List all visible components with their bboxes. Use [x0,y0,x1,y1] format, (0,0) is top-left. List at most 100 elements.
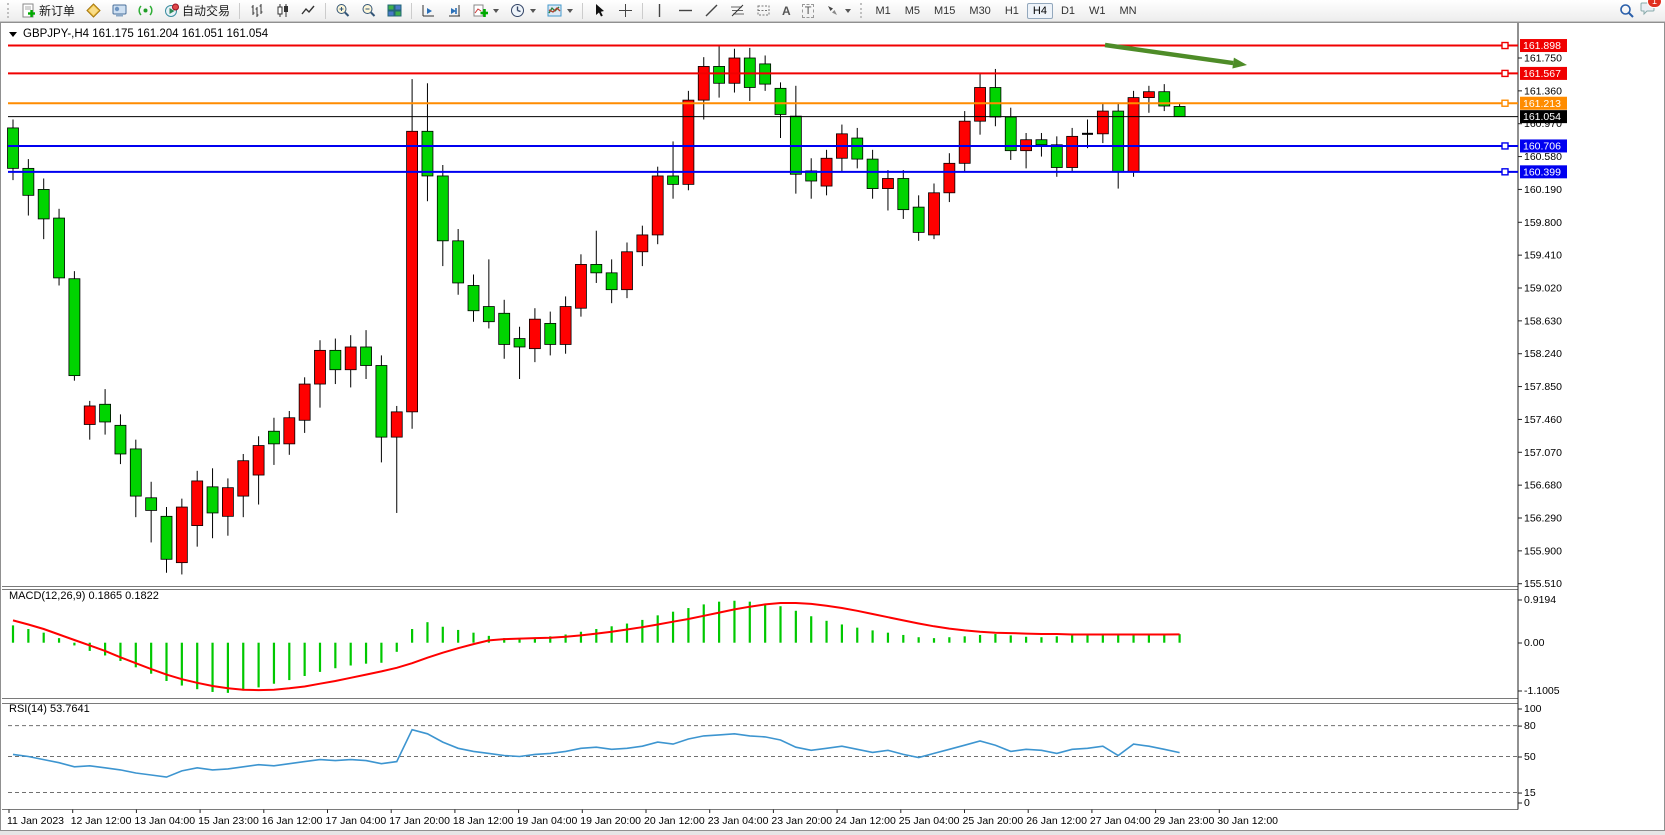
svg-text:155.510: 155.510 [1524,578,1562,590]
svg-text:161.898: 161.898 [1523,40,1561,52]
svg-text:17 Jan 20:00: 17 Jan 20:00 [389,815,450,827]
toolbar-separator [325,3,326,19]
tf-button-m15[interactable]: M15 [928,3,961,19]
svg-text:-1.1005: -1.1005 [1524,685,1560,697]
rsi-indicator-label: RSI(14) 53.7641 [9,703,90,715]
tf-button-m1[interactable]: M1 [869,3,896,19]
dropdown-caret-icon [567,9,573,13]
search-icon[interactable] [1619,3,1634,18]
svg-text:12 Jan 12:00: 12 Jan 12:00 [71,815,132,827]
bar-chart-icon [249,3,264,18]
autoscroll-button[interactable] [416,0,441,21]
svg-text:161.567: 161.567 [1523,68,1561,80]
dropdown-caret-icon [493,9,499,13]
gold-diamond-icon [86,3,101,18]
svg-text:29 Jan 23:00: 29 Jan 23:00 [1154,815,1215,827]
trendline-button[interactable] [699,0,724,21]
svg-text:157.460: 157.460 [1524,414,1562,426]
candlestick-chart-button[interactable] [270,0,295,21]
bar-chart-button[interactable] [244,0,269,21]
chevron-down-icon [9,32,17,37]
tf-button-h1[interactable]: H1 [999,3,1025,19]
crosshair-button[interactable] [613,0,638,21]
svg-text:26 Jan 12:00: 26 Jan 12:00 [1026,815,1087,827]
label-tool-label: T [802,4,815,18]
new-order-button[interactable]: 新订单 [16,0,80,21]
tf-button-mn[interactable]: MN [1114,3,1143,19]
chart-canvas[interactable]: 161.750161.360160.970160.580160.190159.8… [1,23,1664,830]
symbol-ohlc-text: GBPJPY-,H4 161.175 161.204 161.051 161.0… [23,28,268,40]
signals-button[interactable] [133,0,158,21]
svg-text:161.213: 161.213 [1523,98,1561,110]
crosshair-icon [618,3,633,18]
svg-text:156.290: 156.290 [1524,513,1562,525]
horizontal-line-icon [678,3,693,18]
periods-button[interactable] [505,0,541,21]
chart-window: GBPJPY-,H4 161.175 161.204 161.051 161.0… [0,22,1665,831]
svg-text:160.706: 160.706 [1523,141,1561,153]
tf-button-m30[interactable]: M30 [963,3,996,19]
notifications-button[interactable]: 1 [1640,0,1655,21]
svg-text:25 Jan 20:00: 25 Jan 20:00 [963,815,1024,827]
tf-button-m5[interactable]: M5 [899,3,926,19]
symbol-ohlc-line[interactable]: GBPJPY-,H4 161.175 161.204 161.051 161.0… [9,28,268,40]
fibonacci-icon [730,3,745,18]
svg-text:159.800: 159.800 [1524,217,1562,229]
trendline-icon [704,3,719,18]
tf-button-w1[interactable]: W1 [1083,3,1112,19]
tile-windows-button[interactable] [382,0,407,21]
editor-button[interactable] [81,0,106,21]
svg-text:50: 50 [1524,751,1536,763]
svg-text:100: 100 [1524,703,1542,715]
cursor-arrow-icon [592,3,607,18]
templates-button[interactable] [542,0,578,21]
vertical-line-button[interactable] [647,0,672,21]
horizontal-line-button[interactable] [673,0,698,21]
notification-badge: 1 [1647,0,1662,8]
toolbar-grip [860,3,865,18]
dropdown-caret-icon [530,9,536,13]
text-tool-button[interactable]: A [777,0,796,21]
svg-text:159.020: 159.020 [1524,283,1562,295]
vertical-line-icon [652,3,667,18]
cursor-button[interactable] [587,0,612,21]
svg-text:16 Jan 12:00: 16 Jan 12:00 [262,815,323,827]
timeframe-toolbar: M1M5M15M30H1H4D1W1MN [869,3,1142,19]
svg-text:20 Jan 12:00: 20 Jan 12:00 [644,815,705,827]
svg-text:0.00: 0.00 [1524,637,1545,649]
fibonacci-button[interactable] [725,0,750,21]
svg-text:19 Jan 04:00: 19 Jan 04:00 [517,815,578,827]
autotrading-button[interactable]: 自动交易 [159,0,235,21]
svg-text:160.190: 160.190 [1524,184,1562,196]
new-order-icon [21,3,36,18]
dropdown-caret-icon [845,9,851,13]
svg-text:0: 0 [1524,797,1530,809]
svg-text:159.410: 159.410 [1524,250,1562,262]
svg-text:30 Jan 12:00: 30 Jan 12:00 [1217,815,1278,827]
zoom-out-button[interactable] [356,0,381,21]
tile-windows-icon [387,3,402,18]
svg-text:13 Jan 04:00: 13 Jan 04:00 [134,815,195,827]
indicators-button[interactable] [468,0,504,21]
tf-button-d1[interactable]: D1 [1055,3,1081,19]
channel-grid-button[interactable] [751,0,776,21]
svg-text:15 Jan 23:00: 15 Jan 23:00 [198,815,259,827]
label-tool-button[interactable]: T [797,0,820,21]
candlestick-chart-icon [275,3,290,18]
text-tool-label: A [782,4,791,18]
svg-text:27 Jan 04:00: 27 Jan 04:00 [1090,815,1151,827]
toolbar-separator [582,3,583,19]
terminal-button[interactable] [107,0,132,21]
toolbar-grip [7,3,12,18]
line-chart-button[interactable] [296,0,321,21]
tf-button-h4[interactable]: H4 [1027,3,1053,19]
shapes-button[interactable] [820,0,856,21]
zoom-in-button[interactable] [330,0,355,21]
autoscroll-icon [421,3,436,18]
add-indicator-icon [473,3,488,18]
chart-shift-button[interactable] [442,0,467,21]
zoom-out-icon [361,3,376,18]
svg-text:160.399: 160.399 [1523,166,1561,178]
svg-text:19 Jan 20:00: 19 Jan 20:00 [580,815,641,827]
grid-icon [756,3,771,18]
